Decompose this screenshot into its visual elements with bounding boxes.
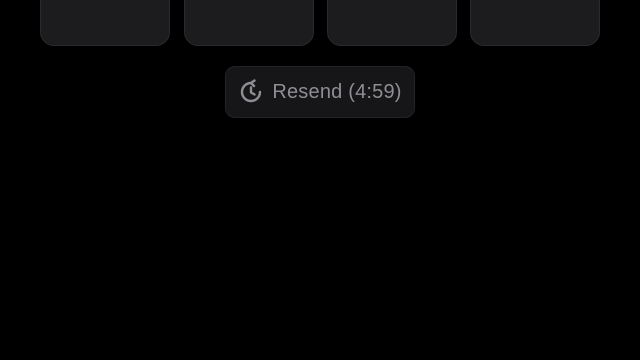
code-digit-box-1[interactable]	[40, 0, 170, 46]
resend-label: Resend (4:59)	[272, 80, 402, 103]
code-digit-box-3[interactable]	[327, 0, 457, 46]
code-digit-box-4[interactable]	[470, 0, 600, 46]
code-digit-box-2[interactable]	[184, 0, 314, 46]
verification-screen: Resend (4:59)	[0, 0, 640, 360]
clock-refresh-icon	[238, 79, 264, 105]
code-input-group	[40, 0, 600, 46]
resend-button[interactable]: Resend (4:59)	[225, 66, 415, 118]
